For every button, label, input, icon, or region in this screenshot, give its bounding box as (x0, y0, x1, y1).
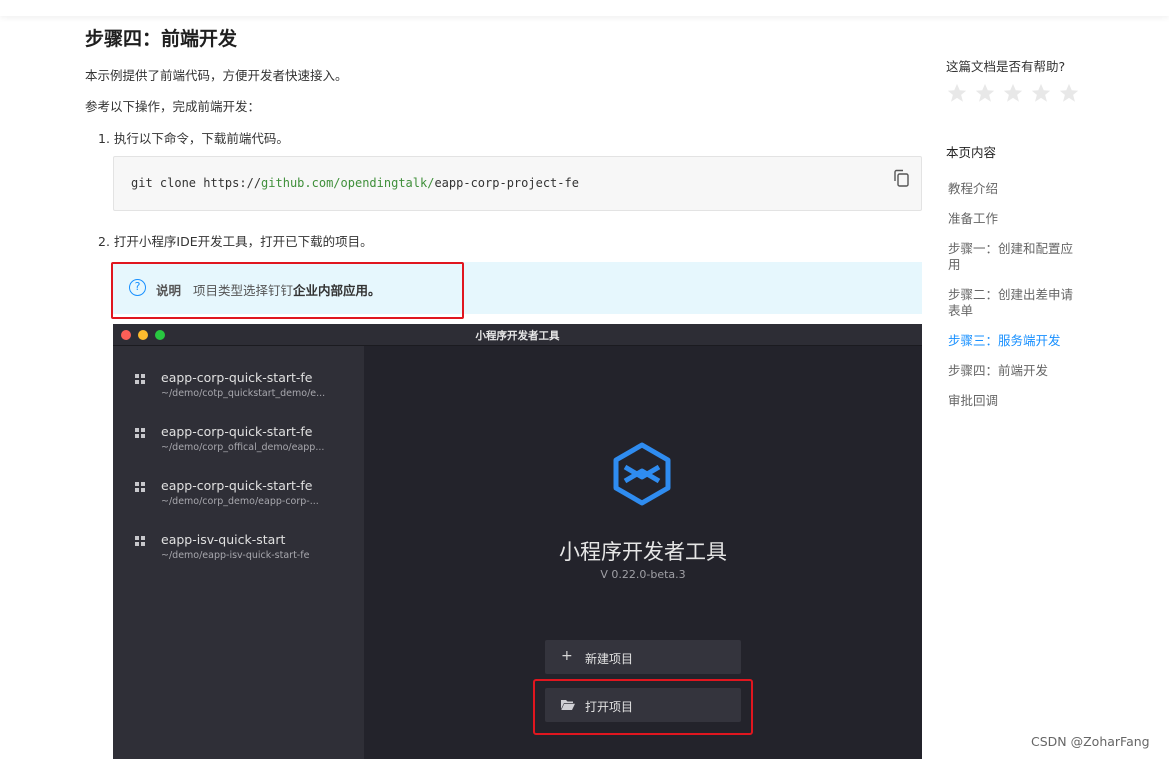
step-1-text: 1. 执行以下命令，下载前端代码。 (98, 131, 289, 146)
code-prefix: git clone https:// (131, 176, 262, 190)
new-project-button[interactable]: + 新建项目 (545, 640, 741, 674)
ide-version: V 0.22.0-beta.3 (600, 568, 686, 581)
project-grid-icon (135, 374, 145, 384)
star-icon[interactable] (974, 82, 996, 104)
code-repo: eapp-corp-project-fe (434, 176, 579, 190)
top-bar (0, 0, 1169, 16)
toc-item-intro[interactable]: 教程介绍 (948, 181, 1083, 197)
toc-item-step4[interactable]: 步骤四：前端开发 (948, 363, 1083, 379)
toc-title: 本页内容 (946, 145, 997, 160)
plus-icon: + (561, 648, 573, 664)
project-grid-icon (135, 428, 145, 438)
project-path: ~/demo/corp_demo/eapp-corp-... (161, 496, 319, 507)
code-block: git clone https://github.com/opendingtal… (113, 156, 922, 211)
project-name: eapp-corp-quick-start-fe (161, 424, 313, 439)
project-name: eapp-corp-quick-start-fe (161, 478, 313, 493)
project-name: eapp-isv-quick-start (161, 532, 286, 547)
ide-screenshot: 小程序开发者工具 eapp-corp-quick-start-fe ~/demo… (113, 324, 922, 759)
toc-item-step3[interactable]: 步骤三：服务端开发 (948, 333, 1083, 349)
intro-text: 本示例提供了前端代码，方便开发者快速接入。 (85, 68, 348, 83)
star-icon[interactable] (946, 82, 968, 104)
star-icon[interactable] (1058, 82, 1080, 104)
project-path: ~/demo/cotp_quickstart_demo/e... (161, 388, 326, 399)
ide-recent-projects: eapp-corp-quick-start-fe ~/demo/cotp_qui… (113, 346, 364, 759)
toc-item-callback[interactable]: 审批回调 (948, 393, 1083, 409)
code-org: opendingtalk/ (340, 176, 435, 190)
new-project-label: 新建项目 (585, 652, 634, 666)
project-grid-icon (135, 482, 145, 492)
section-heading: 步骤四：前端开发 (85, 28, 238, 50)
copy-icon[interactable] (892, 169, 910, 187)
toc-item-step1[interactable]: 步骤一：创建和配置应用 (948, 241, 1083, 273)
toc-item-prep[interactable]: 准备工作 (948, 211, 1083, 227)
step-2-text: 2. 打开小程序IDE开发工具，打开已下载的项目。 (98, 234, 373, 249)
toc-item-step2[interactable]: 步骤二：创建出差申请表单 (948, 287, 1083, 319)
highlight-box-note (111, 262, 464, 319)
highlight-box-open-project (533, 679, 753, 735)
project-path: ~/demo/corp_offical_demo/eapp... (161, 442, 325, 453)
code-host: github.com/ (261, 176, 341, 190)
code-text[interactable]: git clone https://github.com/opendingtal… (131, 176, 579, 190)
star-icon[interactable] (1030, 82, 1052, 104)
project-grid-icon (135, 536, 145, 546)
project-path: ~/demo/eapp-isv-quick-start-fe (161, 550, 310, 561)
ide-titlebar: 小程序开发者工具 (113, 324, 922, 346)
instruction-text: 参考以下操作，完成前端开发： (85, 99, 261, 114)
project-name: eapp-corp-quick-start-fe (161, 370, 313, 385)
watermark: CSDN @ZoharFang (1031, 734, 1150, 749)
feedback-question: 这篇文档是否有帮助? (946, 59, 1066, 74)
mini-program-logo-icon (613, 442, 671, 506)
star-icon[interactable] (1002, 82, 1024, 104)
ide-app-name: 小程序开发者工具 (559, 540, 727, 564)
ide-window-title: 小程序开发者工具 (475, 330, 560, 342)
